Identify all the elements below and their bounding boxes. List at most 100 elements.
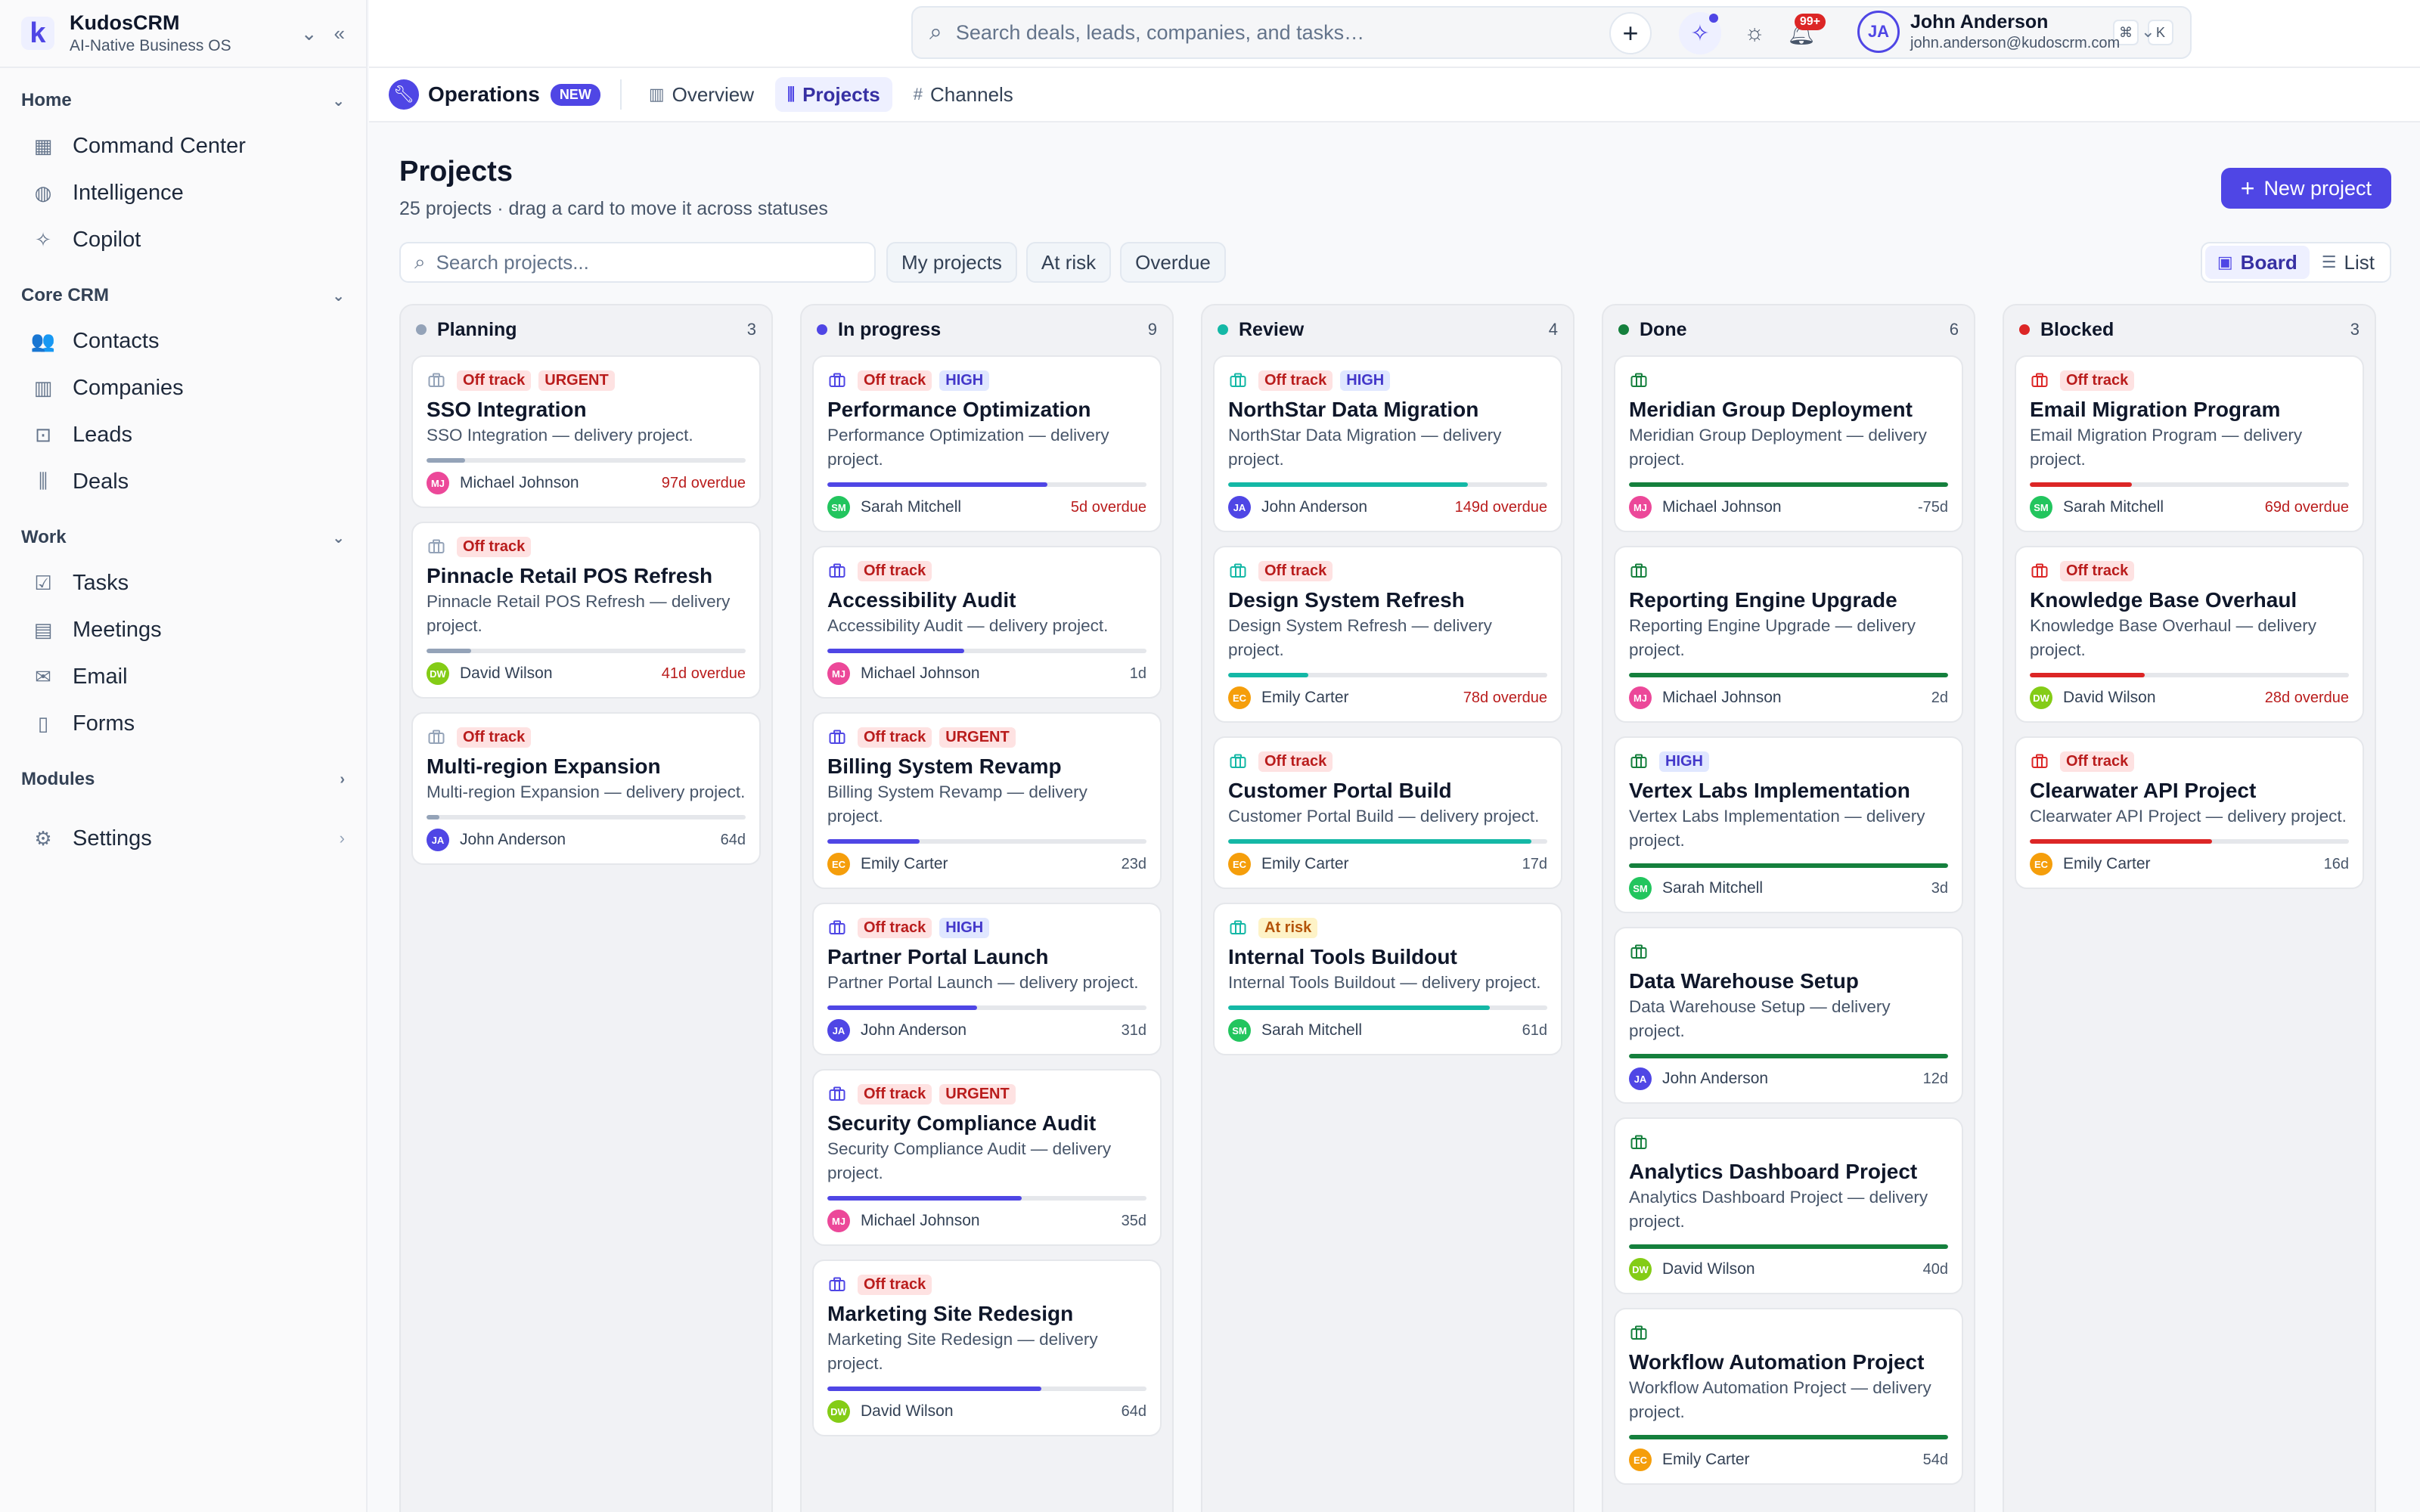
card-description: Internal Tools Buildout — delivery proje… [1228,973,1541,992]
sidebar-item-forms[interactable]: ▯ Forms [21,700,345,747]
avatar: EC [1629,1448,1652,1471]
briefcase-icon [427,372,446,389]
project-search-input[interactable]: ⌕ Search projects... [399,242,876,283]
owner-name: David Wilson [1662,1260,1755,1278]
wrench-icon: 🔧︎ [389,79,419,110]
section-title: Home [21,90,72,110]
view-list-button[interactable]: ☰ List [2310,246,2387,279]
section-toggle-home[interactable]: Home ⌄ [21,68,345,122]
card-footer: DW David Wilson 64d [827,1400,1146,1423]
due-label: 31d [1121,1021,1146,1039]
avatar: JA [1629,1067,1652,1090]
progress-bar [1629,673,1948,677]
card-title: Multi-region Expansion [427,754,661,778]
status-badge: At risk [1258,917,1318,938]
project-card[interactable]: Off track Email Migration Program Email Mi… [2015,355,2364,532]
progress-fill [2030,482,2133,487]
project-card[interactable]: Off track Marketing Site Redesign Marketin… [812,1259,1162,1436]
tab-channels[interactable]: # Channels [901,77,1025,112]
search-icon: ⌕ [414,250,426,273]
column-title: Planning [437,318,517,340]
filter-chip-at-risk[interactable]: At risk [1025,242,1112,283]
project-card[interactable]: Reporting Engine Upgrade Reporting Engine… [1614,546,1963,723]
sidebar-item-intelligence[interactable]: ◍ Intelligence [21,169,345,216]
column-in-progress: In progress 9 Off track HIGH Performance Opt… [800,304,1174,1512]
card-description: Data Warehouse Setup — delivery project. [1629,997,1891,1040]
kudos-logo-icon: k [21,17,54,50]
building-icon: ▥ [648,85,665,104]
workspace-switcher-chevron-icon[interactable]: ⌄ [301,22,318,45]
project-card[interactable]: Off track Design System Refresh Design Sys… [1213,546,1562,723]
filter-chip-overdue[interactable]: Overdue [1120,242,1226,283]
ai-assistant-button[interactable]: ✧ [1679,12,1721,54]
briefcase-icon [827,1276,847,1293]
card-tags [1629,369,1948,392]
sidebar-item-companies[interactable]: ▥ Companies [21,364,345,411]
briefcase-icon [1228,919,1248,936]
project-card[interactable]: Off track Knowledge Base Overhaul Knowledg… [2015,546,2364,723]
project-card[interactable]: HIGH Vertex Labs Implementation Vertex Lab… [1614,736,1963,913]
user-menu[interactable]: JA John Anderson john.anderson@kudoscrm.… [1857,11,2155,53]
project-card[interactable]: Off track Accessibility Audit Accessibilit… [812,546,1162,699]
project-card[interactable]: Data Warehouse Setup Data Warehouse Setup… [1614,927,1963,1104]
avatar: EC [2030,853,2052,875]
project-card[interactable]: Meridian Group Deployment Meridian Group … [1614,355,1963,532]
kanban-icon: ⫼ [786,85,796,104]
filter-chip-my-projects[interactable]: My projects [886,242,1017,283]
new-project-button[interactable]: + New project [2220,168,2391,209]
project-card[interactable]: Off track HIGH NorthStar Data Migration Nor… [1213,355,1562,532]
tab-projects[interactable]: ⫼ Projects [774,77,892,112]
notifications-button[interactable]: 🔔︎ 99+ [1783,14,1826,51]
column-count: 3 [2350,320,2360,339]
progress-bar [827,1005,1146,1010]
project-card[interactable]: Off track URGENT SSO Integration SSO Integr… [411,355,761,508]
view-board-button[interactable]: ▣ Board [2204,246,2310,279]
project-card[interactable]: Workflow Automation Project Workflow Auto… [1614,1308,1963,1485]
module-subnav: 🔧︎ Operations NEW ▥ Overview ⫼ Projects # Cha… [369,68,2420,122]
project-card[interactable]: Off track HIGH Partner Portal Launch Partne… [812,903,1162,1055]
due-label: 69d overdue [2264,498,2349,516]
sidebar-item-contacts[interactable]: 👥 Contacts [21,318,345,364]
progress-fill [427,649,472,653]
sidebar-item-label: Copilot [73,227,141,252]
progress-bar [427,649,746,653]
modules-section-toggle[interactable]: Modules › [21,747,345,801]
sidebar-item-tasks[interactable]: ☑ Tasks [21,559,345,606]
sidebar-item-email[interactable]: ✉ Email [21,653,345,700]
tab-overview[interactable]: ▥ Overview [637,77,766,112]
sidebar-item-meetings[interactable]: ▤ Meetings [21,606,345,653]
section-toggle-work[interactable]: Work ⌄ [21,505,345,559]
sidebar-item-label: Settings [73,826,152,850]
collapse-sidebar-icon[interactable]: « [334,22,345,45]
avatar: MJ [827,662,850,685]
card-title: Design System Refresh [1228,588,1465,612]
theme-toggle-button[interactable]: ☼ [1736,15,1773,51]
project-card[interactable]: At risk Internal Tools Buildout Internal T… [1213,903,1562,1055]
card-title: Performance Optimization [827,398,1091,421]
sidebar-item-settings[interactable]: ⚙ Settings › [21,815,345,862]
quick-create-button[interactable]: + [1609,12,1652,54]
sidebar-item-leads[interactable]: ⊡ Leads [21,411,345,458]
progress-bar [427,815,746,820]
project-card[interactable]: Off track URGENT Billing System Revamp Bill… [812,712,1162,889]
column-header: Planning 3 [411,314,761,345]
project-card[interactable]: Off track Pinnacle Retail POS Refresh Pinn… [411,522,761,699]
project-card[interactable]: Off track HIGH Performance Optimization Per… [812,355,1162,532]
priority-badge: URGENT [538,370,615,391]
card-tags: HIGH [1629,750,1948,773]
avatar: EC [1228,853,1251,875]
sidebar-item-deals[interactable]: ⫼ Deals [21,458,345,505]
sidebar-item-command-center[interactable]: ▦ Command Center [21,122,345,169]
column-done: Done 6 Meridian Group Deployment Meridian G… [1602,304,1975,1512]
project-card[interactable]: Analytics Dashboard Project Analytics Das… [1614,1117,1963,1294]
due-label: 28d overdue [2264,689,2349,706]
section-toggle-core-crm[interactable]: Core CRM ⌄ [21,263,345,318]
card-title: Clearwater API Project [2030,779,2257,802]
project-card[interactable]: Off track Clearwater API Project Clearwate… [2015,736,2364,889]
owner-name: Sarah Mitchell [861,498,962,516]
project-card[interactable]: Off track Customer Portal Build Customer P… [1213,736,1562,889]
project-card[interactable]: Off track Multi-region Expansion Multi-reg… [411,712,761,865]
sidebar-item-copilot[interactable]: ✧ Copilot [21,216,345,263]
card-description: Reporting Engine Upgrade — delivery proj… [1629,616,1916,659]
project-card[interactable]: Off track URGENT Security Compliance Audit… [812,1069,1162,1246]
